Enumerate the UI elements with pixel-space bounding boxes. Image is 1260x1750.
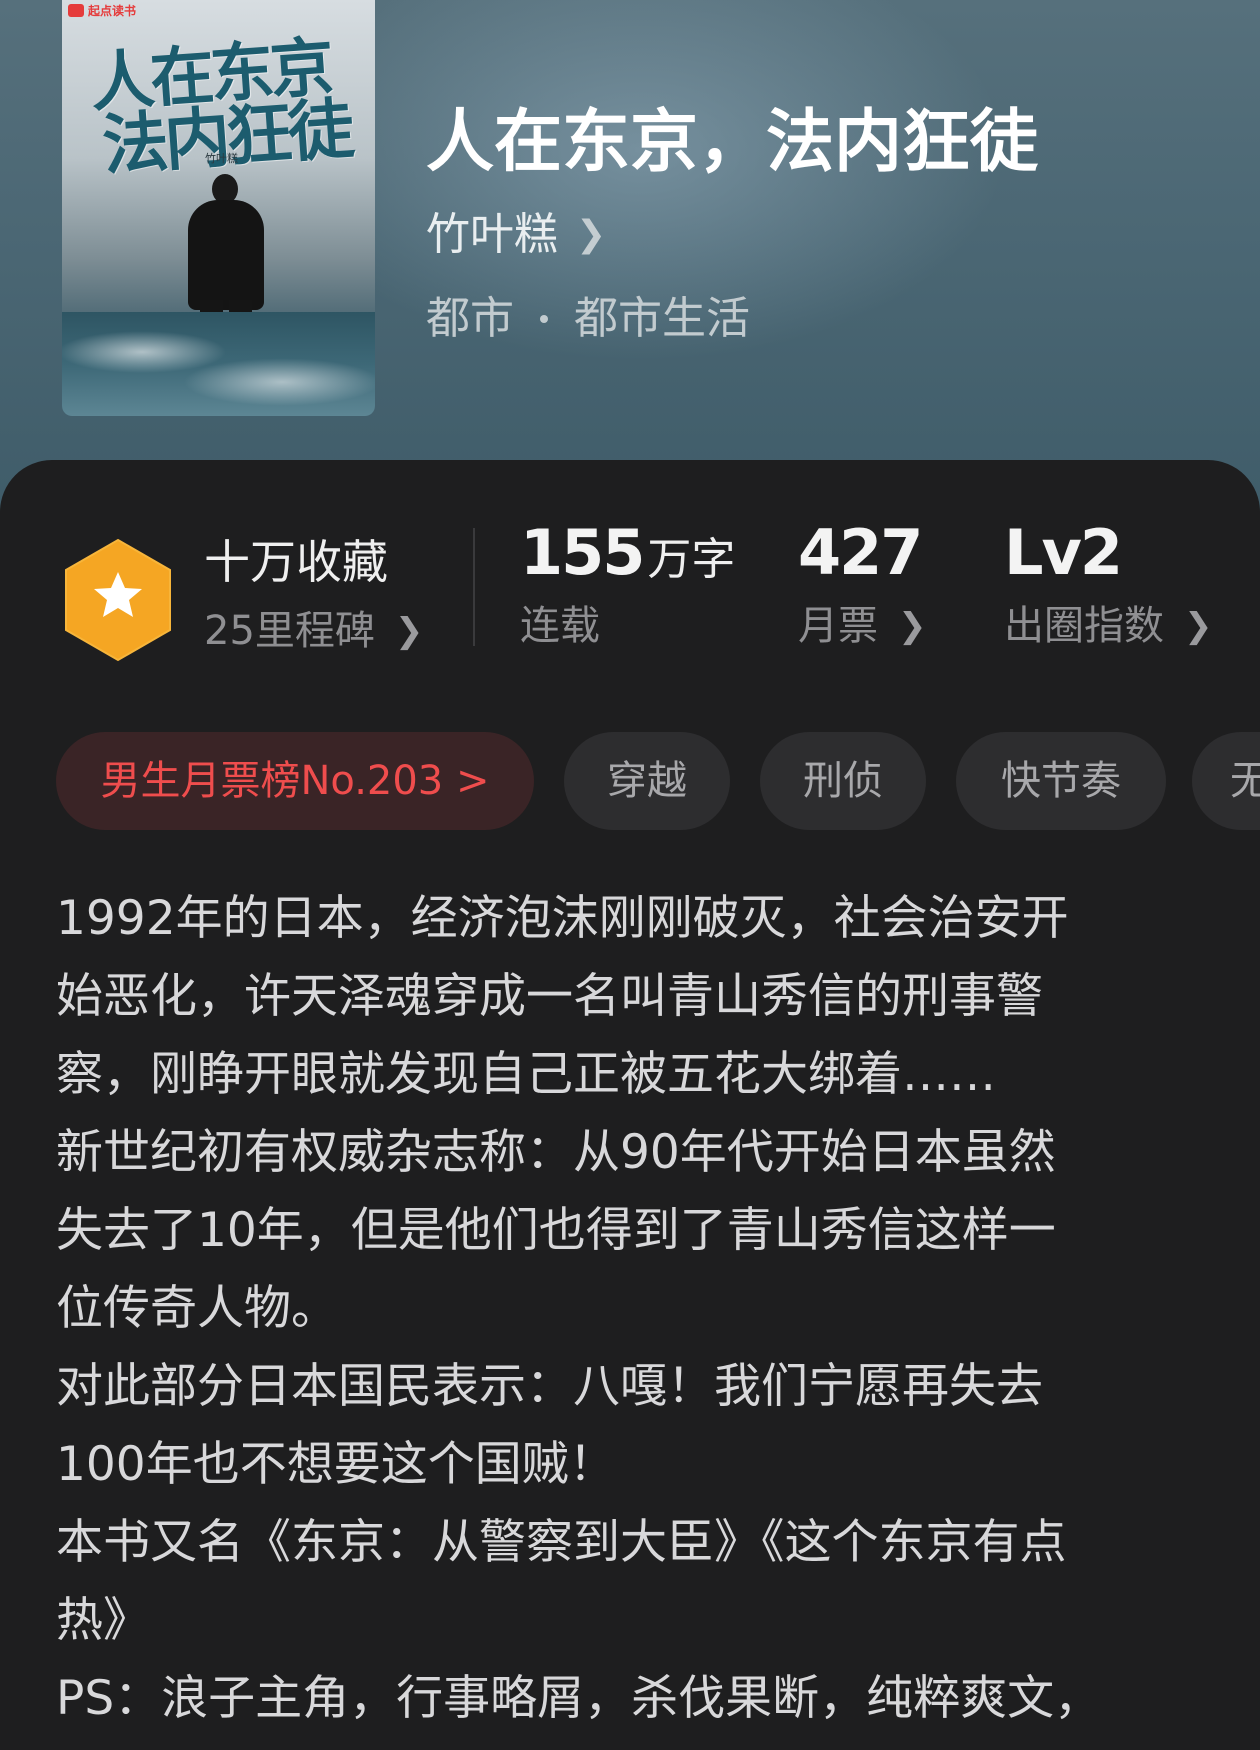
word-count-number: 155 [520, 516, 645, 589]
synopsis-line: 失去了10年，但是他们也得到了青山秀信这样一 [56, 1203, 1056, 1258]
book-header: 起点读书 人在东京 法内狂徒 竹叶糕 人在东京，法内狂徒 竹叶糕 ❯ 都市 都市生活 [0, 0, 1260, 520]
synopsis-line: 1992年的日本，经济泡沫刚刚破灭，社会治安开 [56, 891, 1069, 946]
monthly-ticket-label-row: 月票 ❯ [798, 593, 927, 651]
tag-chuanyue[interactable]: 穿越 [564, 732, 730, 830]
book-synopsis[interactable]: 1992年的日本，经济泡沫刚刚破灭，社会治安开 始恶化，许天泽魂穿成一名叫青山秀… [56, 880, 1206, 1738]
word-count-stat: 155万字 连载 [520, 516, 735, 651]
collection-stat[interactable]: 十万收藏 25里程碑 ❯ [204, 526, 423, 656]
separator-dot [540, 315, 548, 323]
tag-partial[interactable]: 无 [1192, 732, 1260, 830]
chevron-right-icon: ❯ [576, 214, 607, 255]
synopsis-line: 对此部分日本国民表示：八嘎！我们宁愿再失去 [56, 1359, 1043, 1414]
word-count-unit: 万字 [647, 534, 736, 585]
synopsis-line: 始恶化，许天泽魂穿成一名叫青山秀信的刑事警 [56, 969, 1043, 1024]
stats-divider [473, 528, 475, 646]
serial-status: 连载 [520, 603, 600, 649]
cover-title-line2: 法内狂徒 [99, 89, 353, 185]
collection-subtitle-row: 25里程碑 ❯ [204, 598, 423, 656]
collection-subtitle: 25里程碑 [204, 608, 375, 654]
book-cover[interactable]: 起点读书 人在东京 法内狂徒 竹叶糕 [62, 0, 375, 416]
synopsis-line: 新世纪初有权威杂志称：从90年代开始日本虽然 [56, 1125, 1056, 1180]
synopsis-line: PS：浪子主角，行事略屑，杀伐果断，纯粹爽文， [56, 1671, 1102, 1726]
synopsis-line: 察，刚睁开眼就发现自己正被五花大绑着…… [56, 1047, 996, 1102]
influence-label: 出圈指数 [1004, 603, 1164, 649]
synopsis-line: 位传奇人物。 [56, 1281, 338, 1336]
chevron-right-icon: ❯ [1184, 606, 1213, 646]
word-count-value: 155万字 [520, 516, 735, 589]
chevron-right-icon: ❯ [898, 606, 927, 646]
cover-brand: 起点读书 [68, 2, 136, 19]
cover-waves [62, 312, 375, 416]
monthly-ticket-stat[interactable]: 427 月票 ❯ [798, 516, 927, 651]
influence-label-row: 出圈指数 ❯ [1004, 593, 1213, 651]
tag-row: 男生月票榜No.203 > 穿越 刑侦 快节奏 无 [56, 732, 1260, 832]
author-link[interactable]: 竹叶糕 ❯ [426, 198, 606, 262]
synopsis-line: 本书又名《东京：从警察到大臣》《这个东京有点 [56, 1515, 1067, 1570]
synopsis-line: 100年也不想要这个国贼！ [56, 1437, 616, 1492]
monthly-ticket-label: 月票 [798, 603, 878, 649]
monthly-ticket-number: 427 [798, 516, 923, 589]
collection-badge-icon[interactable] [62, 538, 174, 662]
author-name: 竹叶糕 [426, 209, 558, 260]
influence-stat[interactable]: Lv2 出圈指数 ❯ [1004, 516, 1213, 651]
tag-kuaijiezou[interactable]: 快节奏 [956, 732, 1166, 830]
book-category[interactable]: 都市 都市生活 [426, 282, 750, 346]
cover-figure-body [188, 200, 264, 310]
chevron-right-icon: ❯ [394, 611, 424, 651]
tag-monthly-rank[interactable]: 男生月票榜No.203 > [56, 732, 534, 830]
influence-level: Lv2 [1004, 516, 1123, 589]
category-sub: 都市生活 [574, 293, 750, 344]
book-detail-card: 十万收藏 25里程碑 ❯ 155万字 连载 427 月票 ❯ Lv2 出圈指数 ❯ 男… [0, 460, 1260, 1750]
category-main: 都市 [426, 293, 514, 344]
book-title: 人在东京，法内狂徒 [426, 102, 1039, 182]
synopsis-line: 热》 [56, 1593, 150, 1648]
tag-xingzhen[interactable]: 刑侦 [760, 732, 926, 830]
cover-author: 竹叶糕 [205, 152, 238, 165]
collection-title: 十万收藏 [204, 535, 388, 589]
